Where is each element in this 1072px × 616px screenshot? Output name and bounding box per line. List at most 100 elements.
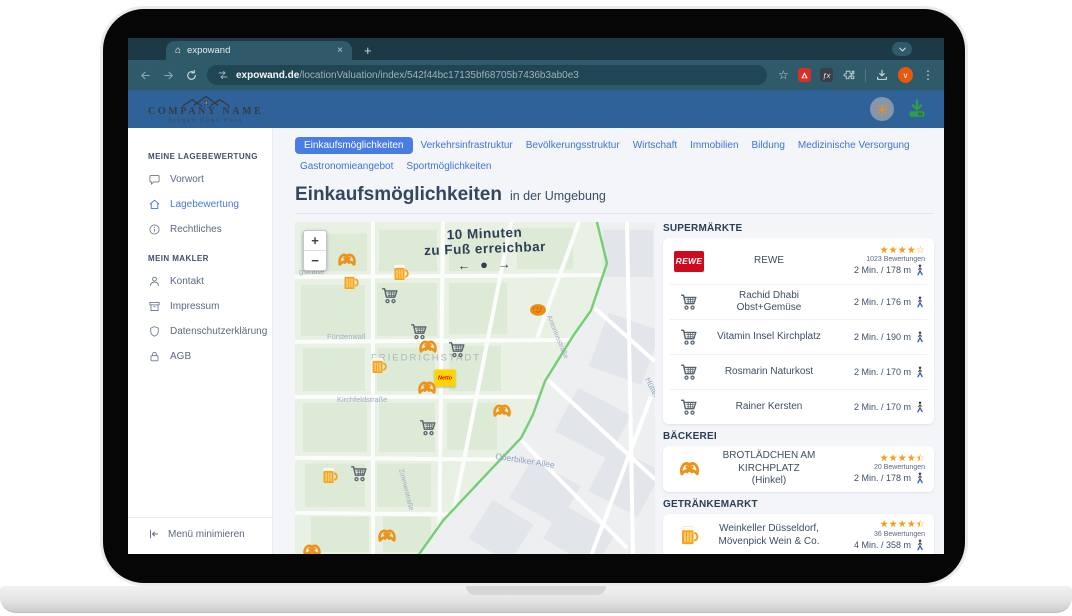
beer-map-marker[interactable] [369,356,389,381]
tabstrip-chevron-button[interactable] [892,42,912,56]
collapse-label: Menü minimieren [168,529,245,540]
chevron-down-icon [897,44,908,55]
person-icon [148,275,161,288]
beer-map-marker[interactable] [391,263,411,288]
info-icon [148,223,161,236]
sun-avatar-button[interactable] [870,97,894,121]
laptop-base [0,586,1072,613]
fx-extension-icon[interactable]: ƒx [820,68,833,82]
netto-map-marker[interactable]: Netto [435,370,456,387]
profile-avatar[interactable]: v [898,67,913,83]
result-row[interactable]: Weinkeller Düsseldorf,Mövenpick Wein & C… [670,514,927,555]
section-title-supermaerkte: SUPERMÄRKTE [663,223,934,234]
sidebar-item-rechtliches[interactable]: Rechtliches [148,223,272,236]
cart-map-marker[interactable] [380,286,400,311]
store-name: Vitamin Insel Kirchplatz [706,331,832,344]
result-row[interactable]: BROTLÄDCHEN AM KIRCHPLATZ(Hinkel) ☆☆☆☆☆★… [670,446,927,492]
cart-map-marker[interactable] [349,464,369,489]
result-row[interactable]: Rachid Dhabi Obst+Gemüse 2 Min. / 176 m [670,284,927,319]
laptop-mockup: ⌂ expowand × + expowand.de/locationValua… [0,0,1072,616]
menu-collapse-button[interactable]: Menü minimieren [128,517,272,554]
page-title-row: Einkaufsmöglichkeiten in der Umgebung [295,184,934,206]
cart-icon [679,397,699,417]
browser-tabstrip: ⌂ expowand × + [128,38,944,60]
zoom-in-button[interactable]: + [304,231,326,251]
tune-icon [217,69,229,81]
pretzel-map-marker[interactable] [492,400,513,426]
cart-map-marker[interactable] [418,418,438,443]
store-name: Rosmarin Naturkost [706,366,832,379]
tab-close-icon[interactable]: × [337,45,343,56]
rating-stars: ☆☆☆☆☆★★★★★ [880,246,925,256]
tab-sportmoeglichkeiten[interactable]: Sportmöglichkeiten [401,158,496,175]
tab-medizinische-versorgung[interactable]: Medizinische Versorgung [793,137,915,154]
sidebar-item-impressum[interactable]: Impressum [148,300,272,313]
store-name: Weinkeller Düsseldorf, [719,523,819,534]
sidebar-item-label: Vorwort [170,174,204,185]
url-bar[interactable]: expowand.de/locationValuation/index/542f… [207,65,767,85]
download-report-button[interactable] [906,98,928,120]
street-label: Fürstenwall [327,332,366,341]
zoom-out-button[interactable]: − [304,251,326,270]
tab-gastronomieangebot[interactable]: Gastronomieangebot [295,158,398,175]
sidebar-item-datenschutz[interactable]: Datenschutzerklärung [148,325,272,338]
sidebar-item-lagebewertung[interactable]: Lagebewertung [148,198,272,211]
result-row[interactable]: Rosmarin Naturkost 2 Min. / 170 m [670,354,927,389]
tab-verkehrsinfrastruktur[interactable]: Verkehrsinfrastruktur [416,137,518,154]
puzzle-extensions-icon[interactable] [842,68,856,82]
map[interactable]: gstraße Fürstenwall Kirchfeldstraße FRIE… [295,222,655,554]
pdf-extension-icon[interactable] [798,68,811,82]
walking-person-icon [915,296,925,308]
toolbar-separator [865,69,866,82]
tab-bevoelkerungsstruktur[interactable]: Bevölkerungsstruktur [521,137,625,154]
pretzel-map-marker[interactable] [377,525,398,551]
pretzel-map-marker[interactable] [302,540,323,554]
reload-button[interactable] [184,68,198,82]
sidebar-item-kontakt[interactable]: Kontakt [148,275,272,288]
pretzel-map-marker[interactable] [418,336,439,362]
browser-tab[interactable]: ⌂ expowand × [166,41,352,60]
pretzel-map-marker[interactable] [417,377,438,403]
house-icon [148,198,161,211]
result-row[interactable]: Rainer Kersten 2 Min. / 170 m [670,389,927,424]
beer-map-marker[interactable] [320,466,340,491]
app-header: COMPANY NAME Slogan Goes Here [128,90,944,128]
tab-einkaufsmoeglichkeiten[interactable]: Einkaufsmöglichkeiten [295,137,413,154]
bookmark-star-icon[interactable]: ☆ [778,68,789,82]
forward-button[interactable] [161,68,175,82]
main-content: Einkaufsmöglichkeiten Verkehrsinfrastruk… [273,128,944,554]
cart-icon [679,292,699,312]
rewe-logo: REWE [674,251,704,272]
back-button[interactable] [138,68,152,82]
sidebar: MEINE LAGEBEWERTUNG Vorwort Lagebewertun… [128,128,273,554]
sidebar-item-vorwort[interactable]: Vorwort [148,173,272,186]
distance-text: 2 Min. / 178 m [854,265,911,275]
new-tab-button[interactable]: + [364,44,372,60]
browser-window: ⌂ expowand × + expowand.de/locationValua… [128,38,944,554]
speech-bubble-icon [148,173,161,186]
browser-menu-icon[interactable]: ⋮ [922,68,934,82]
sidebar-item-agb[interactable]: AGB [148,350,272,363]
store-name-line2: (Hinkel) [752,475,786,486]
distance-text: 2 Min. / 178 m [854,473,911,483]
url-path: /locationValuation/index/542f44bc17135bf… [299,70,579,81]
beer-map-marker[interactable] [341,272,361,297]
result-row-rewe[interactable]: REWE REWE ☆☆☆☆☆★★★★★ 1023 Bewertungen 2 … [670,238,927,284]
tab-title: expowand [187,45,331,56]
downloads-icon[interactable] [875,68,889,82]
tab-wirtschaft[interactable]: Wirtschaft [628,137,682,154]
distance-text: 2 Min. / 176 m [854,297,911,307]
tab-immobilien[interactable]: Immobilien [685,137,743,154]
distance-text: 2 Min. / 170 m [854,367,911,377]
walking-person-icon [915,331,925,343]
walking-person-icon [915,401,925,413]
tab-bildung[interactable]: Bildung [747,137,790,154]
title-divider [295,213,934,214]
cart-map-marker[interactable] [447,340,467,365]
result-row[interactable]: Vitamin Insel Kirchplatz 2 Min. / 190 m [670,319,927,354]
section-title-baeckerei: BÄCKEREI [663,431,934,442]
bakery-card: BROTLÄDCHEN AM KIRCHPLATZ(Hinkel) ☆☆☆☆☆★… [663,446,934,492]
bread-map-marker[interactable] [528,300,548,325]
section-title-getraenkemarkt: GETRÄNKEMARKT [663,499,934,510]
sidebar-item-label: AGB [170,351,191,362]
